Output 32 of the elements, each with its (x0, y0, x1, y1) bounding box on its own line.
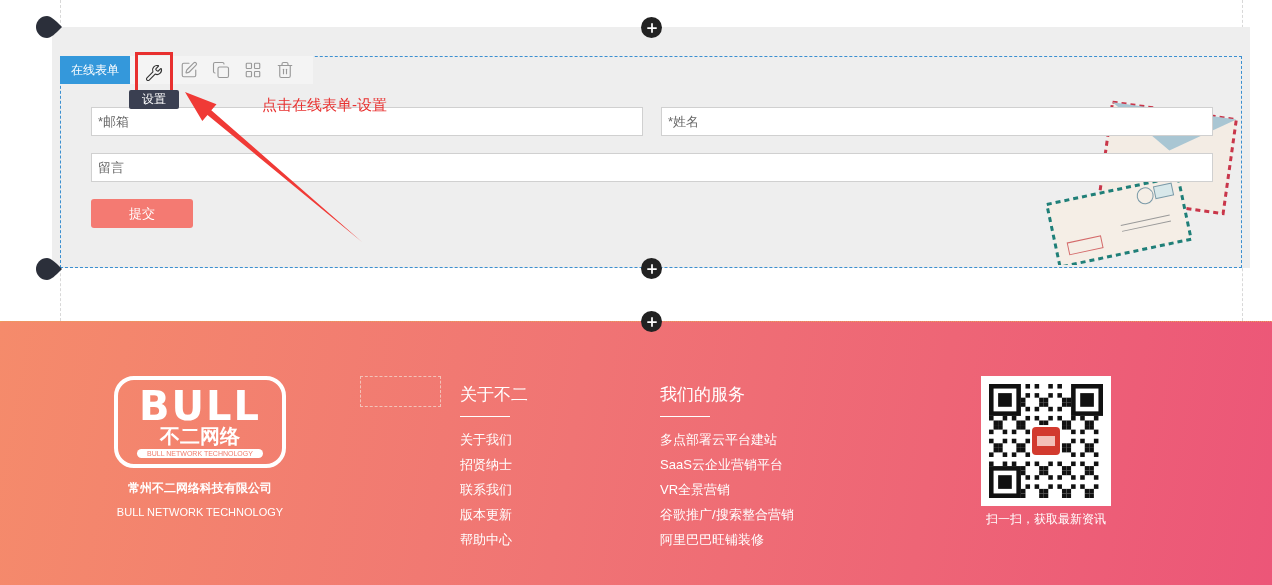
copy-icon (212, 61, 230, 79)
footer-link[interactable]: 多点部署云平台建站 (660, 427, 777, 452)
logo-wordmark: BULL (139, 386, 261, 425)
column-title: 我们的服务 (660, 384, 745, 406)
footer-link[interactable]: 帮助中心 (460, 527, 512, 552)
wrench-icon (145, 64, 163, 82)
company-english-name: BULL NETWORK TECHNOLOGY (116, 506, 284, 518)
plus-icon (644, 261, 659, 276)
module-label: 在线表单 (60, 56, 130, 84)
text-field[interactable]: *姓名 (661, 107, 1213, 136)
footer-link[interactable]: 联系我们 (460, 477, 512, 502)
logo-chinese-name: 不二网络 (160, 424, 240, 447)
edit-icon (180, 61, 198, 79)
drag-handle[interactable] (36, 258, 62, 280)
footer-link[interactable]: 招贤纳士 (460, 452, 512, 477)
company-name: 常州不二网络科技有限公司 (128, 480, 272, 497)
grid-icon (244, 61, 262, 79)
message-field[interactable]: 留言 (91, 153, 1213, 182)
qr-caption: 扫一扫，获取最新资讯 (986, 511, 1106, 528)
footer-link[interactable]: 谷歌推广/搜索整合营销 (660, 502, 794, 527)
plus-icon (644, 20, 659, 35)
trash-icon (276, 61, 294, 79)
submit-button[interactable]: 提交 (91, 199, 193, 228)
footer-link[interactable]: 阿里巴巴旺铺装修 (660, 527, 764, 552)
plus-icon (644, 314, 659, 329)
footer-link[interactable]: VR全景营销 (660, 477, 731, 502)
footer-link[interactable]: 版本更新 (460, 502, 512, 527)
column-title: 关于不二 (460, 384, 528, 406)
footer-link[interactable]: SaaS云企业营销平台 (660, 452, 783, 477)
tooltip: 设置 (129, 90, 179, 109)
drag-handle[interactable] (36, 16, 62, 38)
footer-link[interactable]: 关于我们 (460, 427, 512, 452)
